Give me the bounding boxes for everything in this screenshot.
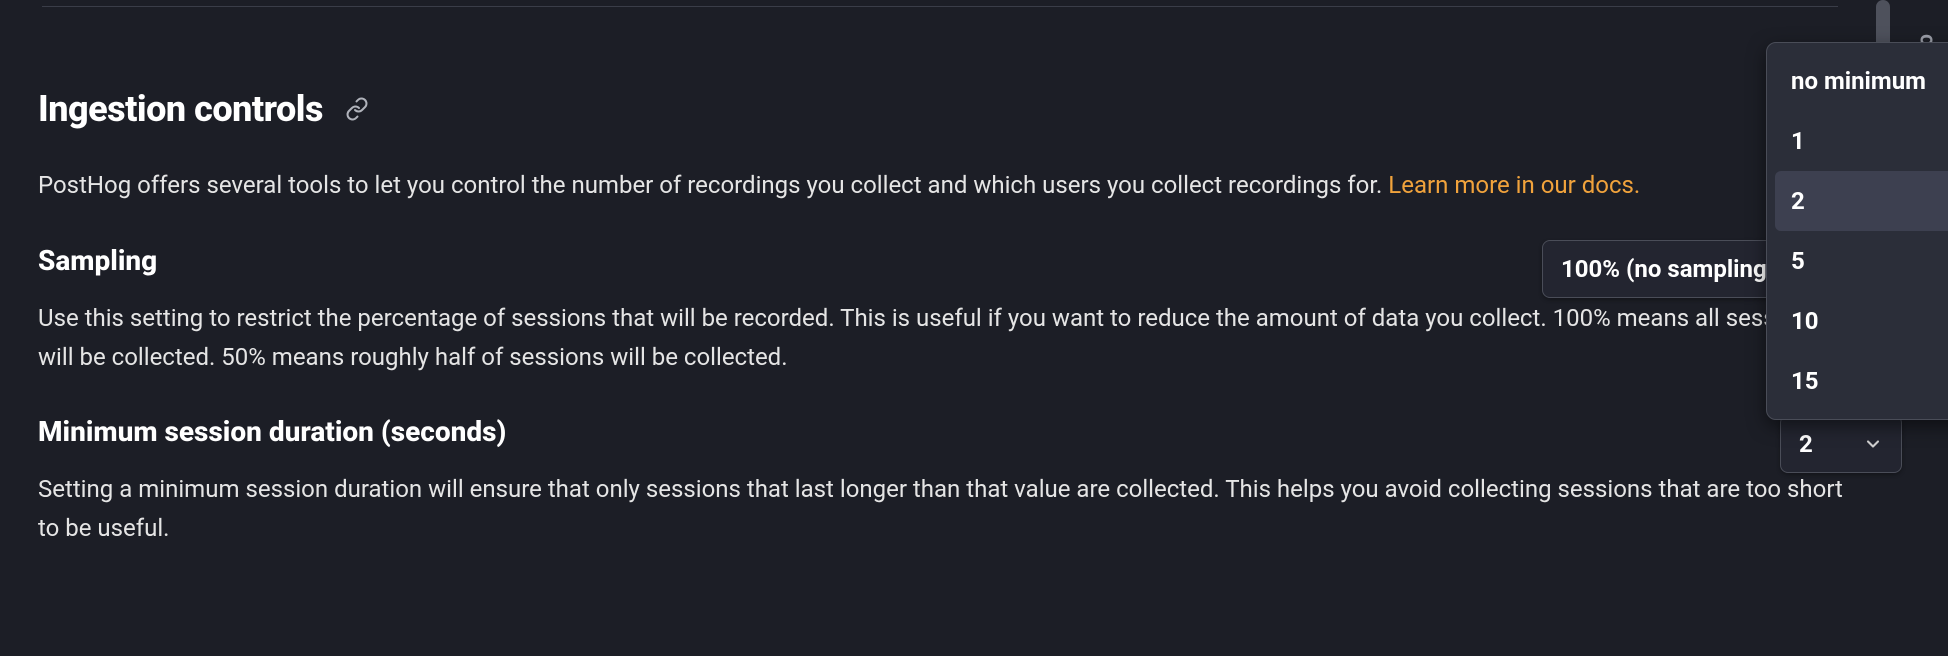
dropdown-item-10[interactable]: 10 [1775, 291, 1948, 351]
min-duration-block: Minimum session duration (seconds) 2 Set… [38, 415, 1910, 548]
min-duration-select-value: 2 [1799, 430, 1813, 458]
sampling-select-value: 100% (no sampling) [1561, 255, 1775, 283]
intro-text: PostHog offers several tools to let you … [38, 171, 1388, 199]
dropdown-item-1[interactable]: 1 [1775, 111, 1948, 171]
sampling-title: Sampling [38, 244, 157, 277]
section-header-row: Ingestion controls [38, 88, 1910, 130]
sampling-block: Sampling 100% (no sampling) Use this set… [38, 244, 1910, 377]
dropdown-item-no-minimum[interactable]: no minimum [1775, 51, 1948, 111]
dropdown-item-5[interactable]: 5 [1775, 231, 1948, 291]
settings-content: Ingestion controls PostHog offers severa… [0, 0, 1948, 626]
sampling-description: Use this setting to restrict the percent… [38, 299, 1858, 377]
section-intro: PostHog offers several tools to let you … [38, 166, 1818, 204]
docs-link[interactable]: Learn more in our docs. [1388, 171, 1640, 199]
min-duration-description: Setting a minimum session duration will … [38, 470, 1858, 548]
dropdown-item-2[interactable]: 2 [1775, 171, 1948, 231]
min-duration-header-row: Minimum session duration (seconds) [38, 415, 1910, 470]
dropdown-item-15[interactable]: 15 [1775, 351, 1948, 411]
duration-dropdown: no minimum 1 2 5 10 15 [1766, 42, 1948, 420]
section-title: Ingestion controls [38, 88, 323, 130]
min-duration-title: Minimum session duration (seconds) [38, 415, 506, 448]
link-icon[interactable] [345, 97, 369, 121]
